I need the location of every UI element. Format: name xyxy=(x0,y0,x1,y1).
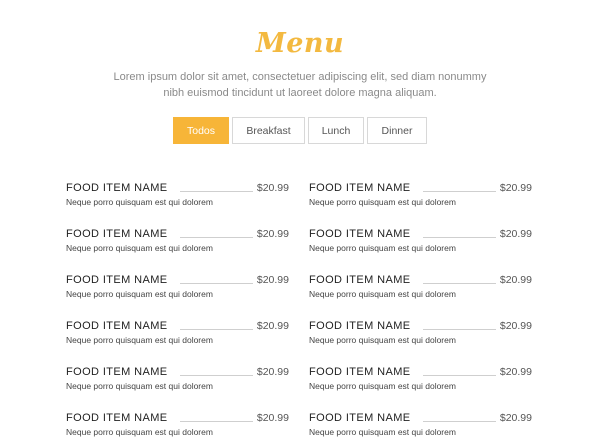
menu-item-price: $20.99 xyxy=(256,228,289,240)
menu-item: FOOD ITEM NAME $20.99 Neque porro quisqua… xyxy=(66,411,289,437)
menu-item-divider xyxy=(179,375,253,376)
menu-item-description: Neque porro quisquam est qui dolorem xyxy=(309,381,456,391)
menu-item-description: Neque porro quisquam est qui dolorem xyxy=(309,197,456,207)
tab-breakfast[interactable]: Breakfast xyxy=(232,117,305,144)
tab-todos[interactable]: Todos xyxy=(173,117,229,144)
menu-item-divider xyxy=(179,191,253,192)
menu-item-price: $20.99 xyxy=(499,182,532,194)
menu-item-name: FOOD ITEM NAME xyxy=(309,228,411,240)
menu-item: FOOD ITEM NAME $20.99 Neque porro quisqua… xyxy=(66,319,289,345)
page-title: Menu xyxy=(255,28,345,59)
menu-page: Menu Lorem ipsum dolor sit amet, consect… xyxy=(0,0,600,441)
menu-item-description: Neque porro quisquam est qui dolorem xyxy=(66,289,213,299)
menu-item-divider xyxy=(422,283,496,284)
menu-item-name: FOOD ITEM NAME xyxy=(66,274,168,286)
menu-item: FOOD ITEM NAME $20.99 Neque porro quisqua… xyxy=(66,273,289,299)
subtitle-line-1: Lorem ipsum dolor sit amet, consectetuer… xyxy=(113,71,487,83)
menu-item: FOOD ITEM NAME $20.99 Neque porro quisqua… xyxy=(66,227,289,253)
menu-item: FOOD ITEM NAME $20.99 Neque porro quisqua… xyxy=(309,273,532,299)
menu-item-description: Neque porro quisquam est qui dolorem xyxy=(66,381,213,391)
menu-item-price: $20.99 xyxy=(499,412,532,424)
menu-item-description: Neque porro quisquam est qui dolorem xyxy=(309,289,456,299)
menu-item-price: $20.99 xyxy=(499,320,532,332)
menu-item: FOOD ITEM NAME $20.99 Neque porro quisqua… xyxy=(309,411,532,437)
menu-item: FOOD ITEM NAME $20.99 Neque porro quisqua… xyxy=(309,227,532,253)
menu-item-name: FOOD ITEM NAME xyxy=(66,366,168,378)
menu-item: FOOD ITEM NAME $20.99 Neque porro quisqua… xyxy=(309,319,532,345)
tab-dinner[interactable]: Dinner xyxy=(367,117,427,144)
page-subtitle: Lorem ipsum dolor sit amet, consectetuer… xyxy=(100,69,500,101)
menu-item-divider xyxy=(422,375,496,376)
menu-item-divider xyxy=(179,283,253,284)
subtitle-line-2: nibh euismod tincidunt ut laoreet dolore… xyxy=(163,87,437,99)
menu-item-description: Neque porro quisquam est qui dolorem xyxy=(66,197,213,207)
menu-item-name: FOOD ITEM NAME xyxy=(309,366,411,378)
menu-item: FOOD ITEM NAME $20.99 Neque porro quisqua… xyxy=(309,181,532,207)
menu-item-description: Neque porro quisquam est qui dolorem xyxy=(309,243,456,253)
menu-item-divider xyxy=(179,237,253,238)
category-tabs: Todos Breakfast Lunch Dinner xyxy=(0,117,600,144)
menu-item-price: $20.99 xyxy=(499,366,532,378)
menu-item-price: $20.99 xyxy=(499,274,532,286)
tab-lunch[interactable]: Lunch xyxy=(308,117,364,144)
menu-item-divider xyxy=(179,421,253,422)
menu-item: FOOD ITEM NAME $20.99 Neque porro quisqua… xyxy=(66,181,289,207)
menu-item-divider xyxy=(422,421,496,422)
menu-item: FOOD ITEM NAME $20.99 Neque porro quisqua… xyxy=(66,365,289,391)
menu-item-price: $20.99 xyxy=(499,228,532,240)
menu-item-name: FOOD ITEM NAME xyxy=(66,412,168,424)
menu-item-name: FOOD ITEM NAME xyxy=(309,182,411,194)
menu-item-name: FOOD ITEM NAME xyxy=(66,182,168,194)
menu-item-description: Neque porro quisquam est qui dolorem xyxy=(66,335,213,345)
menu-item-price: $20.99 xyxy=(256,182,289,194)
menu-item-price: $20.99 xyxy=(256,366,289,378)
menu-item-description: Neque porro quisquam est qui dolorem xyxy=(66,427,213,437)
menu-item-divider xyxy=(422,237,496,238)
menu-item-divider xyxy=(422,191,496,192)
menu-item-price: $20.99 xyxy=(256,274,289,286)
menu-item-divider xyxy=(179,329,253,330)
menu-item-description: Neque porro quisquam est qui dolorem xyxy=(309,335,456,345)
menu-item-name: FOOD ITEM NAME xyxy=(66,228,168,240)
menu-item-name: FOOD ITEM NAME xyxy=(66,320,168,332)
menu-item-name: FOOD ITEM NAME xyxy=(309,320,411,332)
menu-item-name: FOOD ITEM NAME xyxy=(309,274,411,286)
menu-item-price: $20.99 xyxy=(256,412,289,424)
menu-item-description: Neque porro quisquam est qui dolorem xyxy=(66,243,213,253)
menu-item-price: $20.99 xyxy=(256,320,289,332)
menu-item-name: FOOD ITEM NAME xyxy=(309,412,411,424)
menu-item: FOOD ITEM NAME $20.99 Neque porro quisqua… xyxy=(309,365,532,391)
menu-grid: FOOD ITEM NAME $20.99 Neque porro quisqua… xyxy=(66,181,532,437)
menu-item-divider xyxy=(422,329,496,330)
menu-item-description: Neque porro quisquam est qui dolorem xyxy=(309,427,456,437)
